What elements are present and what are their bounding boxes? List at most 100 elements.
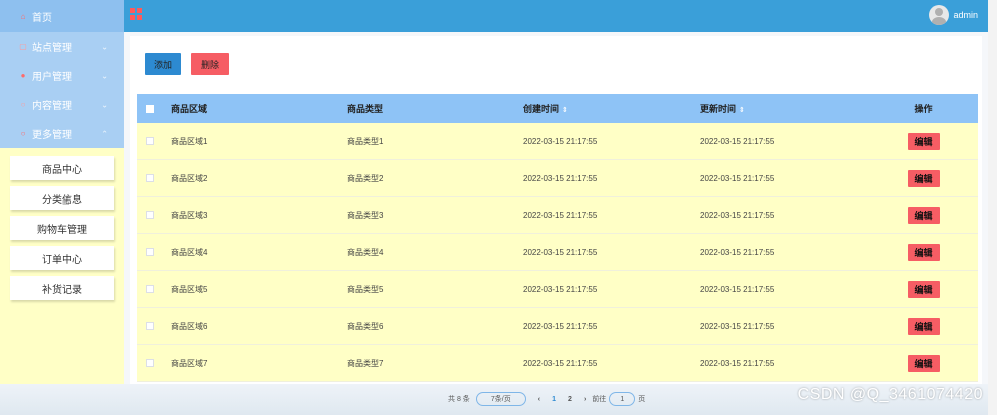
more-icon: ○ <box>20 129 26 138</box>
user-icon: ● <box>20 71 26 80</box>
sidebar-item-label: 首页 <box>32 12 52 24</box>
main-content: 添加 删除 商品区域 商品类型 创建时间 ⇕ 更新时间 ⇕ 操作 商品区域1 商品类… <box>124 32 988 415</box>
page-unit-label: 页 <box>638 396 646 403</box>
page-button-1[interactable]: 1 <box>552 396 556 403</box>
add-button[interactable]: 添加 <box>145 53 181 75</box>
cell-area: 商品区域2 <box>171 173 208 183</box>
submenu-item-products[interactable]: 商品中心 <box>10 156 114 180</box>
submenu: 商品中心 分类信息 购物车管理 订单中心 补货记录 <box>0 148 124 312</box>
sidebar-item-label: 站点管理 <box>32 43 72 54</box>
cell-area: 商品区域5 <box>171 284 208 294</box>
cell-created: 2022-03-15 21:17:55 <box>523 136 598 146</box>
chevron-down-icon: ⌄ <box>101 42 108 51</box>
sidebar-item-label: 更多管理 <box>32 130 72 141</box>
cell-created: 2022-03-15 21:17:55 <box>523 173 598 183</box>
topbar: admin <box>124 0 988 32</box>
cell-type: 商品类型2 <box>347 173 384 183</box>
chevron-down-icon: ⌄ <box>101 71 108 80</box>
row-checkbox[interactable] <box>146 211 154 219</box>
row-checkbox[interactable] <box>146 174 154 182</box>
column-header-area: 商品区域 <box>171 104 208 114</box>
edit-button[interactable]: 编辑 <box>907 206 940 224</box>
cell-type: 商品类型7 <box>347 358 384 368</box>
cell-type: 商品类型3 <box>347 210 384 220</box>
app-root: ⌂ 首页 ▢ 站点管理 ⌄ ● 用户管理 ⌄ ○ 内容管理 ⌄ ○ 更多管理 ⌃… <box>0 0 997 415</box>
edit-button[interactable]: 编辑 <box>907 317 940 335</box>
data-table: 商品区域 商品类型 创建时间 ⇕ 更新时间 ⇕ 操作 商品区域1 商品类型1 202… <box>137 94 978 382</box>
sidebar-item-site[interactable]: ▢ 站点管理 ⌄ <box>0 32 124 61</box>
table-row: 商品区域2 商品类型2 2022-03-15 21:17:55 2022-03-… <box>137 160 978 197</box>
cell-area: 商品区域4 <box>171 247 208 257</box>
sidebar-item-home[interactable]: ⌂ 首页 <box>0 0 124 32</box>
cell-updated: 2022-03-15 21:17:55 <box>700 358 775 368</box>
prev-page-button[interactable]: ‹ <box>538 396 540 403</box>
avatar[interactable] <box>929 5 950 25</box>
page-button-2[interactable]: 2 <box>568 396 572 403</box>
page-size-select[interactable]: 7条/页 <box>475 392 526 406</box>
table-row: 商品区域5 商品类型5 2022-03-15 21:17:55 2022-03-… <box>137 271 978 308</box>
cell-updated: 2022-03-15 21:17:55 <box>700 284 775 294</box>
cell-updated: 2022-03-15 21:17:55 <box>700 136 775 146</box>
cell-type: 商品类型6 <box>347 321 384 331</box>
sidebar-item-content[interactable]: ○ 内容管理 ⌄ <box>0 90 124 119</box>
cell-created: 2022-03-15 21:17:55 <box>523 247 598 257</box>
content-panel: 添加 删除 商品区域 商品类型 创建时间 ⇕ 更新时间 ⇕ 操作 商品区域1 商品类… <box>130 36 982 415</box>
sort-icon[interactable]: ⇕ <box>562 107 568 114</box>
next-page-button[interactable]: › <box>584 396 586 403</box>
chevron-down-icon: ⌄ <box>101 100 108 109</box>
submenu-item-cart[interactable]: 购物车管理 <box>10 216 114 240</box>
column-header-label: 创建时间 <box>523 104 560 114</box>
site-icon: ▢ <box>19 42 27 51</box>
edit-button[interactable]: 编辑 <box>907 354 940 372</box>
cell-type: 商品类型5 <box>347 284 384 294</box>
row-checkbox[interactable] <box>146 137 154 145</box>
watermark: CSDN @Q_3461074420 <box>797 386 983 403</box>
cell-created: 2022-03-15 21:17:55 <box>523 358 598 368</box>
row-checkbox[interactable] <box>146 285 154 293</box>
cell-area: 商品区域3 <box>171 210 208 220</box>
goto-page-input[interactable]: 1 <box>609 392 636 406</box>
goto-label: 前往 <box>592 396 607 403</box>
cell-type: 商品类型1 <box>347 136 384 146</box>
delete-button[interactable]: 删除 <box>191 53 229 75</box>
edit-button[interactable]: 编辑 <box>907 280 940 298</box>
column-header-created[interactable]: 创建时间 ⇕ <box>515 102 692 115</box>
table-row: 商品区域6 商品类型6 2022-03-15 21:17:55 2022-03-… <box>137 308 978 345</box>
row-checkbox[interactable] <box>146 359 154 367</box>
sidebar-item-label: 用户管理 <box>32 72 72 83</box>
edit-button[interactable]: 编辑 <box>907 132 940 150</box>
pagination-total: 共 8 条 <box>448 396 470 403</box>
cell-updated: 2022-03-15 21:17:55 <box>700 321 775 331</box>
sort-icon[interactable]: ⇕ <box>739 107 745 114</box>
edit-button[interactable]: 编辑 <box>907 169 940 187</box>
column-header-label: 更新时间 <box>700 104 737 114</box>
username: admin <box>953 10 978 20</box>
cell-area: 商品区域1 <box>171 136 208 146</box>
table-row: 商品区域3 商品类型3 2022-03-15 21:17:55 2022-03-… <box>137 197 978 234</box>
column-header-updated[interactable]: 更新时间 ⇕ <box>692 102 869 115</box>
select-all-checkbox[interactable] <box>146 104 154 113</box>
column-header-type: 商品类型 <box>347 104 384 114</box>
pointer-cursor-icon: ☝ <box>62 194 70 208</box>
row-checkbox[interactable] <box>146 248 154 256</box>
table-row: 商品区域1 商品类型1 2022-03-15 21:17:55 2022-03-… <box>137 123 978 160</box>
table-row: 商品区域7 商品类型7 2022-03-15 21:17:55 2022-03-… <box>137 345 978 382</box>
cell-type: 商品类型4 <box>347 247 384 257</box>
grid-menu-icon[interactable] <box>130 8 142 20</box>
submenu-item-restock[interactable]: 补货记录 <box>10 276 114 300</box>
user-menu[interactable]: admin <box>929 5 978 25</box>
table-header: 商品区域 商品类型 创建时间 ⇕ 更新时间 ⇕ 操作 <box>137 94 978 123</box>
cell-updated: 2022-03-15 21:17:55 <box>700 173 775 183</box>
cell-area: 商品区域7 <box>171 358 208 368</box>
column-header-op: 操作 <box>914 104 933 114</box>
edit-button[interactable]: 编辑 <box>907 243 940 261</box>
scrollbar[interactable] <box>988 0 997 415</box>
table-row: 商品区域4 商品类型4 2022-03-15 21:17:55 2022-03-… <box>137 234 978 271</box>
cell-area: 商品区域6 <box>171 321 208 331</box>
row-checkbox[interactable] <box>146 322 154 330</box>
cell-created: 2022-03-15 21:17:55 <box>523 321 598 331</box>
home-icon: ⌂ <box>20 11 26 21</box>
submenu-item-orders[interactable]: 订单中心 <box>10 246 114 270</box>
sidebar-item-users[interactable]: ● 用户管理 ⌄ <box>0 61 124 90</box>
sidebar-item-more[interactable]: ○ 更多管理 ⌃ <box>0 119 124 148</box>
